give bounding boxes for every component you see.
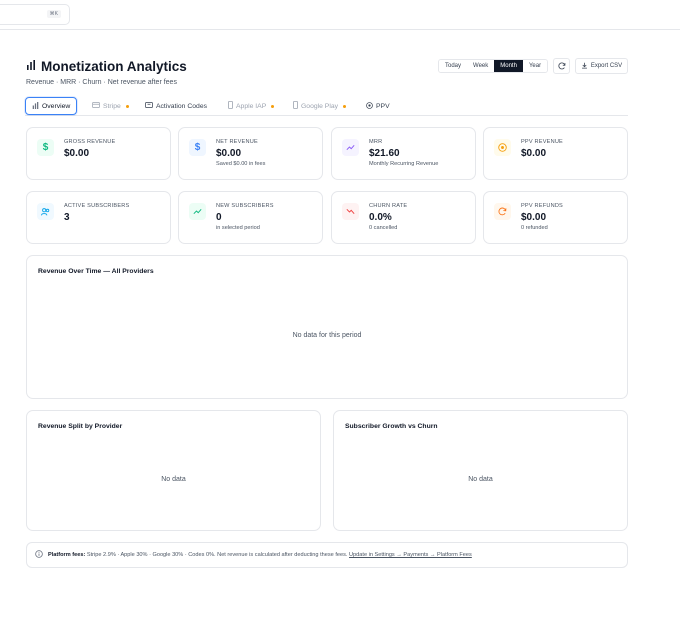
net-revenue-card: $ NET REVENUE $0.00 Saved $0.00 in fees [178, 127, 323, 180]
empty-state-text: No data [161, 476, 186, 483]
gross-revenue-card: $ GROSS REVENUE $0.00 [26, 127, 171, 180]
tab-overview[interactable]: Overview [25, 97, 78, 115]
dollar-icon: $ [189, 139, 206, 156]
warning-dot [271, 104, 275, 108]
stat-subtext: Saved $0.00 in fees [216, 161, 266, 167]
ppv-revenue-card: PPV REVENUE $0.00 [483, 127, 628, 180]
stat-subtext: Monthly Recurring Revenue [369, 161, 439, 167]
page-title: Monetization Analytics [41, 58, 187, 74]
stat-value: $0.00 [521, 212, 547, 223]
stat-subtext: 0 cancelled [369, 225, 398, 231]
search-input[interactable]: ⌘K [0, 4, 70, 25]
date-range-selector: Today Week Month Year [438, 59, 549, 73]
chart-title: Revenue Over Time — All Providers [38, 268, 154, 275]
stat-label: CHURN RATE [369, 203, 408, 209]
phone-icon [228, 101, 233, 111]
target-icon [366, 101, 373, 111]
new-subscribers-card: NEW SUBSCRIBERS 0 in selected period [178, 191, 323, 244]
stat-value: 0.0% [369, 212, 392, 223]
page-header: Monetization Analytics Revenue · MRR · C… [26, 57, 187, 87]
tab-google-play[interactable]: Google Play [293, 97, 347, 115]
update-settings-link[interactable]: Update in Settings → Payments → Platform… [349, 552, 472, 558]
stat-label: NEW SUBSCRIBERS [216, 203, 274, 209]
range-today-button[interactable]: Today [439, 60, 468, 72]
target-icon [494, 139, 511, 156]
stat-subtext: in selected period [216, 225, 260, 231]
bar-chart-icon [26, 57, 36, 75]
credit-card-icon [92, 102, 100, 110]
stat-label: MRR [369, 139, 383, 145]
tab-google-play-label: Google Play [301, 102, 339, 110]
stat-value: $0.00 [216, 148, 242, 159]
stat-label: PPV REFUNDS [521, 203, 563, 209]
warning-dot [125, 104, 129, 108]
mrr-card: MRR $21.60 Monthly Recurring Revenue [331, 127, 476, 180]
tab-overview-label: Overview [42, 102, 71, 110]
info-icon [35, 550, 43, 560]
ticket-icon [145, 102, 153, 110]
stat-label: PPV REVENUE [521, 139, 563, 145]
search-shortcut-badge: ⌘K [46, 10, 61, 18]
trend-up-icon [342, 139, 359, 156]
range-year-button[interactable]: Year [522, 60, 548, 72]
refresh-button[interactable] [553, 58, 570, 74]
fees-label: Platform fees: [48, 552, 86, 558]
range-month-button[interactable]: Month [494, 60, 523, 72]
phone-icon [293, 101, 298, 111]
refresh-icon [494, 203, 511, 220]
stat-subtext: 0 refunded [521, 225, 548, 231]
range-week-button[interactable]: Week [467, 60, 495, 72]
top-bar: ⌘K [0, 0, 680, 30]
stat-value: 0 [216, 212, 222, 223]
ppv-refunds-card: PPV REFUNDS $0.00 0 refunded [483, 191, 628, 244]
stat-value: 3 [64, 212, 70, 223]
export-csv-button[interactable]: Export CSV [575, 58, 628, 74]
stat-label: ACTIVE SUBSCRIBERS [64, 203, 130, 209]
users-icon [37, 203, 54, 220]
warning-dot [343, 104, 347, 108]
chart-title: Subscriber Growth vs Churn [345, 423, 438, 430]
download-icon [581, 62, 588, 71]
revenue-split-card: Revenue Split by Provider No data [26, 410, 321, 531]
tab-activation-codes[interactable]: Activation Codes [145, 97, 207, 115]
provider-tabs: Overview Stripe Activation Codes Apple I… [25, 96, 628, 116]
empty-state-text: No data [468, 476, 493, 483]
platform-fees-note: Platform fees: Stripe 2.9% · Apple 30% ·… [26, 542, 628, 568]
trend-down-icon [342, 203, 359, 220]
churn-rate-card: CHURN RATE 0.0% 0 cancelled [331, 191, 476, 244]
fees-text: Stripe 2.9% · Apple 30% · Google 30% · C… [86, 552, 348, 558]
trend-up-icon [189, 203, 206, 220]
stat-value: $0.00 [521, 148, 547, 159]
tab-activation-codes-label: Activation Codes [156, 102, 208, 110]
refresh-icon [557, 57, 566, 75]
revenue-over-time-card: Revenue Over Time — All Providers No dat… [26, 255, 628, 399]
active-subscribers-card: ACTIVE SUBSCRIBERS 3 [26, 191, 171, 244]
dollar-icon: $ [37, 139, 54, 156]
tab-ppv[interactable]: PPV [366, 97, 390, 115]
export-csv-label: Export CSV [590, 63, 623, 69]
chart-title: Revenue Split by Provider [38, 423, 123, 430]
stat-label: GROSS REVENUE [64, 139, 116, 145]
tab-apple-iap[interactable]: Apple IAP [228, 97, 275, 115]
stat-value: $0.00 [64, 148, 90, 159]
stat-value: $21.60 [369, 148, 400, 159]
bar-chart-icon [32, 101, 39, 111]
stat-label: NET REVENUE [216, 139, 258, 145]
page-subtitle: Revenue · MRR · Churn · Net revenue afte… [26, 79, 177, 86]
tab-stripe[interactable]: Stripe [92, 97, 129, 115]
tab-stripe-label: Stripe [103, 102, 121, 110]
tab-apple-iap-label: Apple IAP [236, 102, 267, 110]
empty-state-text: No data for this period [292, 332, 362, 339]
tab-ppv-label: PPV [376, 102, 390, 110]
subscriber-growth-card: Subscriber Growth vs Churn No data [333, 410, 628, 531]
